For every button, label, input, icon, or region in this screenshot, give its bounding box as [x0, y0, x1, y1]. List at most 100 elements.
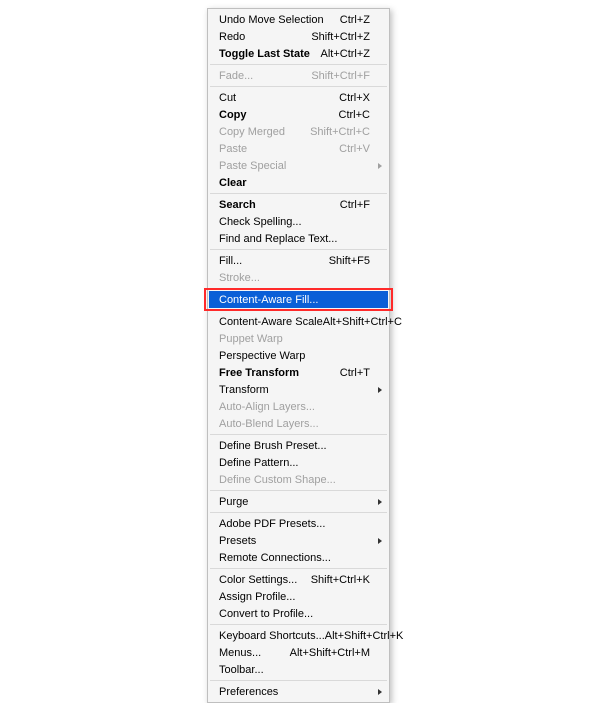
submenu-arrow-icon	[378, 163, 382, 169]
menu-item-label: Assign Profile...	[219, 591, 295, 603]
menu-item-label: Content-Aware Scale	[219, 316, 323, 328]
menu-item-shortcut: Shift+Ctrl+C	[310, 126, 370, 138]
menu-item-free-transform[interactable]: Free Transform Ctrl+T	[209, 364, 388, 381]
menu-item-paste: Paste Ctrl+V	[209, 140, 388, 157]
menu-item-search[interactable]: Search Ctrl+F	[209, 196, 388, 213]
menu-item-label: Menus...	[219, 647, 261, 659]
menu-item-label: Adobe PDF Presets...	[219, 518, 325, 530]
menu-item-shortcut: Ctrl+C	[339, 109, 370, 121]
menu-item-undo-move-selection[interactable]: Undo Move Selection Ctrl+Z	[209, 11, 388, 28]
submenu-arrow-icon	[378, 499, 382, 505]
menu-item-shortcut: Shift+Ctrl+F	[311, 70, 370, 82]
menu-separator	[210, 193, 387, 194]
menu-item-label: Preferences	[219, 686, 278, 698]
menu-item-puppet-warp: Puppet Warp	[209, 330, 388, 347]
menu-item-label: Check Spelling...	[219, 216, 302, 228]
menu-item-shortcut: Ctrl+Z	[340, 14, 370, 26]
menu-item-label: Remote Connections...	[219, 552, 331, 564]
menu-item-presets[interactable]: Presets	[209, 532, 388, 549]
menu-item-shortcut: Alt+Shift+Ctrl+K	[325, 630, 404, 642]
menu-item-content-aware-fill[interactable]: Content-Aware Fill...	[209, 291, 388, 308]
menu-item-label: Toolbar...	[219, 664, 264, 676]
menu-item-label: Search	[219, 199, 256, 211]
menu-item-toggle-last-state[interactable]: Toggle Last State Alt+Ctrl+Z	[209, 45, 388, 62]
menu-item-define-brush-preset[interactable]: Define Brush Preset...	[209, 437, 388, 454]
menu-item-redo[interactable]: Redo Shift+Ctrl+Z	[209, 28, 388, 45]
menu-item-label: Keyboard Shortcuts...	[219, 630, 325, 642]
menu-item-shortcut: Ctrl+V	[339, 143, 370, 155]
menu-separator	[210, 434, 387, 435]
menu-item-convert-to-profile[interactable]: Convert to Profile...	[209, 605, 388, 622]
menu-item-stroke: Stroke...	[209, 269, 388, 286]
menu-item-find-and-replace-text[interactable]: Find and Replace Text...	[209, 230, 388, 247]
menu-item-keyboard-shortcuts[interactable]: Keyboard Shortcuts...Alt+Shift+Ctrl+K	[209, 627, 388, 644]
menu-item-toolbar[interactable]: Toolbar...	[209, 661, 388, 678]
menu-item-clear[interactable]: Clear	[209, 174, 388, 191]
menu-separator	[210, 490, 387, 491]
menu-item-check-spelling[interactable]: Check Spelling...	[209, 213, 388, 230]
menu-item-shortcut: Alt+Shift+Ctrl+C	[323, 316, 402, 328]
menu-item-auto-blend-layers: Auto-Blend Layers...	[209, 415, 388, 432]
menu-item-perspective-warp[interactable]: Perspective Warp	[209, 347, 388, 364]
menu-item-label: Transform	[219, 384, 269, 396]
menu-item-assign-profile[interactable]: Assign Profile...	[209, 588, 388, 605]
menu-item-shortcut: Ctrl+F	[340, 199, 370, 211]
menu-item-label: Clear	[219, 177, 247, 189]
menu-item-label: Color Settings...	[219, 574, 297, 586]
menu-item-label: Stroke...	[219, 272, 260, 284]
menu-item-shortcut: Alt+Ctrl+Z	[320, 48, 370, 60]
menu-item-menus[interactable]: Menus... Alt+Shift+Ctrl+M	[209, 644, 388, 661]
menu-item-label: Define Pattern...	[219, 457, 299, 469]
menu-item-purge[interactable]: Purge	[209, 493, 388, 510]
menu-item-label: Find and Replace Text...	[219, 233, 337, 245]
submenu-arrow-icon	[378, 689, 382, 695]
menu-item-color-settings[interactable]: Color Settings... Shift+Ctrl+K	[209, 571, 388, 588]
menu-item-transform[interactable]: Transform	[209, 381, 388, 398]
menu-item-shortcut: Ctrl+X	[339, 92, 370, 104]
menu-item-remote-connections[interactable]: Remote Connections...	[209, 549, 388, 566]
menu-item-label: Puppet Warp	[219, 333, 283, 345]
menu-item-label: Presets	[219, 535, 256, 547]
menu-item-content-aware-scale[interactable]: Content-Aware ScaleAlt+Shift+Ctrl+C	[209, 313, 388, 330]
menu-item-label: Convert to Profile...	[219, 608, 313, 620]
menu-item-cut[interactable]: Cut Ctrl+X	[209, 89, 388, 106]
menu-item-copy[interactable]: Copy Ctrl+C	[209, 106, 388, 123]
menu-separator	[210, 64, 387, 65]
menu-item-label: Fade...	[219, 70, 253, 82]
menu-item-shortcut: Shift+Ctrl+Z	[311, 31, 370, 43]
menu-separator	[210, 568, 387, 569]
menu-item-auto-align-layers: Auto-Align Layers...	[209, 398, 388, 415]
menu-item-define-pattern[interactable]: Define Pattern...	[209, 454, 388, 471]
menu-item-label: Purge	[219, 496, 248, 508]
menu-item-label: Redo	[219, 31, 245, 43]
menu-item-label: Auto-Blend Layers...	[219, 418, 319, 430]
menu-item-preferences[interactable]: Preferences	[209, 683, 388, 700]
menu-separator	[210, 310, 387, 311]
menu-item-label: Free Transform	[219, 367, 299, 379]
menu-item-label: Fill...	[219, 255, 242, 267]
menu-item-define-custom-shape: Define Custom Shape...	[209, 471, 388, 488]
menu-item-copy-merged: Copy Merged Shift+Ctrl+C	[209, 123, 388, 140]
menu-item-label: Toggle Last State	[219, 48, 310, 60]
menu-item-shortcut: Shift+F5	[329, 255, 370, 267]
menu-item-label: Paste	[219, 143, 247, 155]
menu-item-label: Cut	[219, 92, 236, 104]
menu-item-label: Undo Move Selection	[219, 14, 324, 26]
menu-item-label: Auto-Align Layers...	[219, 401, 315, 413]
menu-item-label: Paste Special	[219, 160, 286, 172]
menu-item-shortcut: Alt+Shift+Ctrl+M	[290, 647, 370, 659]
menu-item-adobe-pdf-presets[interactable]: Adobe PDF Presets...	[209, 515, 388, 532]
menu-separator	[210, 249, 387, 250]
edit-menu: Undo Move Selection Ctrl+Z Redo Shift+Ctrl+…	[207, 8, 390, 703]
menu-item-shortcut: Shift+Ctrl+K	[311, 574, 370, 586]
menu-separator	[210, 86, 387, 87]
menu-item-label: Copy Merged	[219, 126, 285, 138]
menu-item-label: Perspective Warp	[219, 350, 305, 362]
menu-item-shortcut: Ctrl+T	[340, 367, 370, 379]
menu-item-fill[interactable]: Fill... Shift+F5	[209, 252, 388, 269]
menu-separator	[210, 624, 387, 625]
menu-item-fade: Fade... Shift+Ctrl+F	[209, 67, 388, 84]
submenu-arrow-icon	[378, 387, 382, 393]
menu-item-label: Copy	[219, 109, 247, 121]
menu-item-label: Content-Aware Fill...	[219, 294, 318, 306]
